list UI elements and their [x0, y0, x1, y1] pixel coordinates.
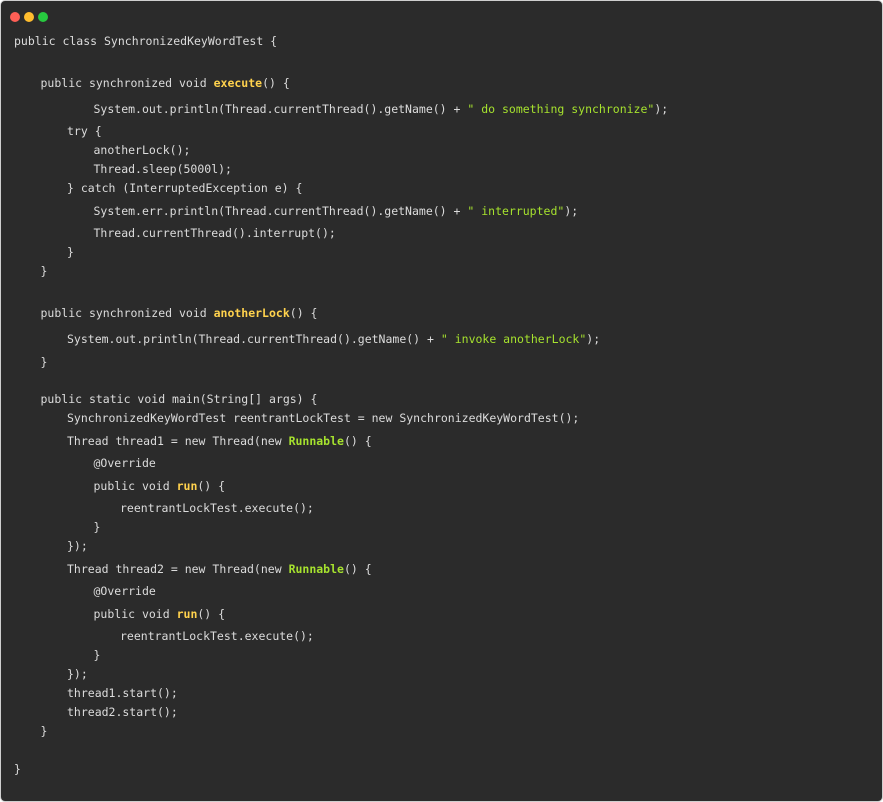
- code-line: public void run() {: [94, 479, 226, 493]
- string-literal-token: " interrupted": [467, 204, 565, 218]
- code-token: thread1.start();: [67, 686, 178, 700]
- code-token: () {: [343, 562, 372, 576]
- string-literal-token: " invoke anotherLock": [440, 332, 587, 346]
- code-token: } catch (InterruptedException e) {: [67, 181, 303, 195]
- code-token: }: [14, 762, 21, 776]
- code-line: }: [41, 355, 48, 369]
- code-line: }: [94, 520, 101, 534]
- code-token: });: [67, 667, 88, 681]
- code-window: public class SynchronizedKeyWordTest { pu…: [0, 0, 883, 802]
- method-name-token: run: [176, 607, 198, 621]
- code-token: Thread.currentThread().interrupt();: [93, 226, 336, 240]
- code-line: public static void main(String[] args) {: [41, 392, 318, 406]
- code-token: }: [40, 355, 48, 369]
- code-token: public synchronized void: [40, 306, 214, 320]
- code-line: });: [67, 667, 88, 681]
- method-name-token: execute: [213, 76, 263, 90]
- code-line: thread1.start();: [67, 686, 178, 700]
- code-line: public void run() {: [94, 607, 226, 621]
- code-token: () {: [289, 306, 318, 320]
- code-token: System.err.println(Thread.currentThread(…: [93, 204, 468, 218]
- code-token: public void: [93, 479, 177, 493]
- code-token: @Override: [93, 456, 156, 470]
- code-token: }: [40, 264, 48, 278]
- code-line: }: [67, 245, 74, 259]
- code-line: Thread thread2 = new Thread(new Runnable…: [67, 562, 372, 576]
- code-token: }: [40, 724, 48, 738]
- code-token: reentrantLockTest.execute();: [120, 501, 314, 515]
- code-token: }: [93, 520, 101, 534]
- code-line: try {: [67, 124, 102, 138]
- code-block: public class SynchronizedKeyWordTest { pu…: [1, 1, 882, 801]
- code-token: public class SynchronizedKeyWordTest {: [14, 34, 278, 48]
- class-ref-token: Runnable: [288, 434, 344, 448]
- code-line: reentrantLockTest.execute();: [120, 501, 314, 515]
- code-line: System.out.println(Thread.currentThread(…: [94, 102, 669, 116]
- method-name-token: anotherLock: [213, 306, 290, 320]
- code-line: }: [41, 264, 48, 278]
- code-token: System.out.println(Thread.currentThread(…: [67, 332, 441, 346]
- code-token: Thread thread2 = new Thread(new: [67, 562, 289, 576]
- code-line: @Override: [94, 584, 156, 598]
- code-token: );: [654, 102, 669, 116]
- code-line: System.out.println(Thread.currentThread(…: [67, 332, 600, 346]
- code-line: Thread.sleep(5000l);: [94, 162, 232, 176]
- code-line: SynchronizedKeyWordTest reentrantLockTes…: [67, 411, 579, 425]
- code-line: public class SynchronizedKeyWordTest {: [14, 34, 277, 48]
- code-token: () {: [197, 607, 226, 621]
- code-token: public void: [93, 607, 177, 621]
- code-token: () {: [262, 76, 290, 90]
- code-token: public synchronized void: [40, 76, 214, 90]
- code-line: thread2.start();: [67, 705, 178, 719]
- method-name-token: run: [176, 479, 198, 493]
- string-literal-token: " do something synchronize": [467, 102, 655, 116]
- code-line: reentrantLockTest.execute();: [120, 629, 314, 643]
- code-token: thread2.start();: [67, 705, 178, 719]
- code-line: Thread thread1 = new Thread(new Runnable…: [67, 434, 372, 448]
- code-token: public static void main(String[] args) {: [40, 392, 318, 406]
- code-token: );: [564, 204, 579, 218]
- code-line: }: [14, 762, 21, 776]
- code-line: anotherLock();: [94, 143, 191, 157]
- class-ref-token: Runnable: [288, 562, 344, 576]
- code-token: reentrantLockTest.execute();: [120, 629, 314, 643]
- code-line: @Override: [94, 456, 156, 470]
- code-token: Thread thread1 = new Thread(new: [67, 434, 289, 448]
- code-token: () {: [197, 479, 226, 493]
- code-token: });: [67, 539, 88, 553]
- code-token: @Override: [93, 584, 156, 598]
- code-line: Thread.currentThread().interrupt();: [94, 226, 336, 240]
- code-line: public synchronized void execute() {: [41, 76, 290, 90]
- code-token: try {: [67, 124, 102, 138]
- code-token: System.out.println(Thread.currentThread(…: [93, 102, 468, 116]
- code-line: } catch (InterruptedException e) {: [67, 181, 302, 195]
- code-line: }: [94, 648, 101, 662]
- code-token: );: [586, 332, 601, 346]
- code-token: SynchronizedKeyWordTest reentrantLockTes…: [67, 411, 580, 425]
- code-token: }: [93, 648, 101, 662]
- code-line: });: [67, 539, 88, 553]
- code-token: anotherLock();: [93, 143, 191, 157]
- code-token: () {: [343, 434, 372, 448]
- code-token: }: [67, 245, 74, 259]
- code-line: public synchronized void anotherLock() {: [41, 306, 318, 320]
- code-line: }: [41, 724, 48, 738]
- code-line: System.err.println(Thread.currentThread(…: [94, 204, 579, 218]
- code-token: Thread.sleep(5000l);: [93, 162, 232, 176]
